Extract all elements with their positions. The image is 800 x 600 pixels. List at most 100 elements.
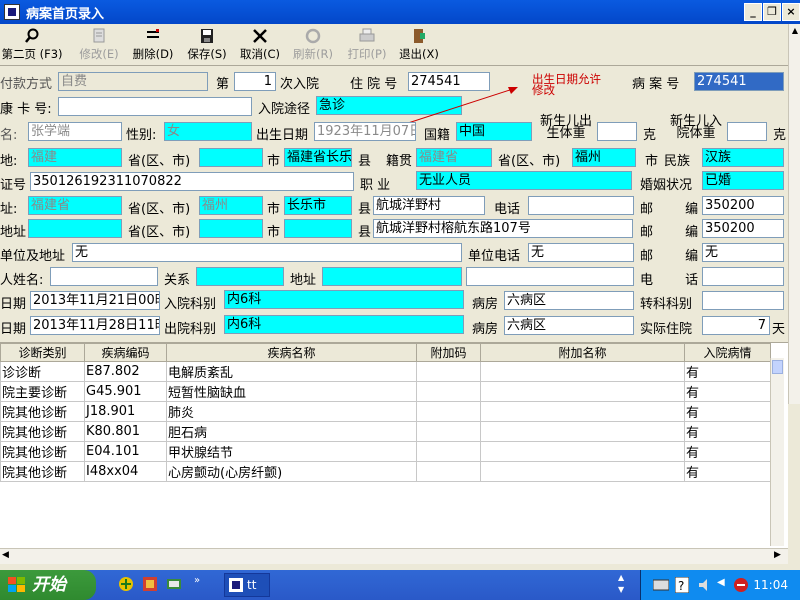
cancel-button[interactable]: 取消(C) (236, 26, 284, 64)
close-button[interactable]: × (782, 3, 800, 21)
col-header-addcode[interactable]: 附加码 (416, 343, 481, 362)
name-field[interactable]: 张学端 (28, 122, 122, 141)
refresh-button[interactable]: 刷新(R) (288, 26, 338, 64)
window-scrollbar[interactable]: ▲ (788, 24, 800, 404)
table-row[interactable]: 院其他诊断 K80.801 胆石病 有 (0, 421, 771, 442)
cell-addcode[interactable] (416, 381, 481, 402)
quicklaunch-more[interactable]: » (194, 575, 200, 586)
cell-code[interactable]: K80.801 (84, 421, 167, 442)
cell-category[interactable]: 诊诊断 (0, 361, 85, 382)
transfer-field[interactable] (702, 291, 784, 310)
delete-button[interactable]: 删除(D) (128, 26, 178, 64)
scroll-left-arrow[interactable]: ◀ (2, 550, 9, 560)
edit-button[interactable]: 修改(E) (74, 26, 124, 64)
quicklaunch-app-icon[interactable] (142, 576, 158, 592)
grid-scrollbar[interactable] (770, 358, 784, 546)
cell-condition[interactable]: 有 (684, 401, 771, 422)
contact-addr-extra-field[interactable] (466, 267, 634, 286)
stay-field[interactable]: 7 (702, 316, 770, 335)
native-prov-field[interactable]: 福建省 (416, 148, 492, 167)
home-prov-field[interactable]: 福建 (28, 148, 122, 167)
home-county-field[interactable]: 福建省长乐 (284, 148, 352, 167)
ethnic-field[interactable]: 汉族 (702, 148, 784, 167)
quicklaunch-desktop-icon[interactable] (166, 576, 182, 592)
quicklaunch-add-icon[interactable] (118, 576, 134, 592)
id-field[interactable]: 350126192311070822 (30, 172, 354, 191)
reg-city-field[interactable] (199, 219, 263, 238)
current-prov-field[interactable]: 福建省 (28, 196, 122, 215)
cell-condition[interactable]: 有 (684, 461, 771, 482)
marital-field[interactable]: 已婚 (702, 171, 784, 190)
contact-addr-field[interactable] (322, 267, 462, 286)
keyboard-icon[interactable] (653, 578, 669, 592)
record-no-field[interactable]: 274541 (694, 72, 784, 91)
birth-field[interactable]: 1923年11月07日 (314, 122, 416, 141)
cell-condition[interactable]: 有 (684, 361, 771, 382)
admit-count-field[interactable]: 1 (234, 72, 276, 91)
reg-county-field[interactable] (284, 219, 352, 238)
taskbar-app-button[interactable]: tt (224, 573, 270, 597)
cell-addcode[interactable] (416, 461, 481, 482)
grid-scroll-thumb[interactable] (772, 360, 783, 374)
cell-name[interactable]: 肺炎 (166, 401, 417, 422)
cell-addcode[interactable] (416, 421, 481, 442)
sex-field[interactable]: 女 (164, 122, 252, 141)
health-card-field[interactable] (58, 97, 252, 116)
scroll-up-arrow[interactable]: ▲ (789, 24, 800, 38)
col-header-code[interactable]: 疾病编码 (84, 343, 167, 362)
disc-date-field[interactable]: 2013年11月28日11时 (30, 316, 160, 335)
cell-addname[interactable] (480, 401, 685, 422)
baby-admit-weight-field[interactable] (727, 122, 767, 141)
cell-category[interactable]: 院其他诊断 (0, 421, 85, 442)
cell-code[interactable]: I48xx04 (84, 461, 167, 482)
nation-field[interactable]: 中国 (456, 122, 532, 141)
table-row[interactable]: 院其他诊断 E04.101 甲状腺结节 有 (0, 441, 771, 462)
tray-expand-arrow[interactable]: ◀ (717, 577, 725, 588)
admit-dept-field[interactable]: 内6科 (224, 290, 464, 309)
col-header-name[interactable]: 疾病名称 (166, 343, 417, 362)
exit-button[interactable]: 退出(X) (396, 26, 442, 64)
pay-select[interactable]: 自费 (58, 72, 208, 91)
scroll-right-arrow[interactable]: ▶ (774, 550, 781, 560)
cell-category[interactable]: 院其他诊断 (0, 441, 85, 462)
col-header-addname[interactable]: 附加名称 (480, 343, 685, 362)
cell-addname[interactable] (480, 441, 685, 462)
cell-name[interactable]: 短暂性脑缺血 (166, 381, 417, 402)
cell-code[interactable]: E87.802 (84, 361, 167, 382)
current-detail-field[interactable]: 航城洋野村 (373, 196, 485, 215)
cell-name[interactable]: 心房颤动(心房纤颤) (166, 461, 417, 482)
work-phone-field[interactable]: 无 (528, 243, 634, 262)
cell-addcode[interactable] (416, 361, 481, 382)
cell-name[interactable]: 胆石病 (166, 421, 417, 442)
save-button[interactable]: 保存(S) (182, 26, 232, 64)
reg-zip-field[interactable]: 350200 (702, 219, 784, 238)
start-button[interactable]: 开始 (0, 570, 96, 600)
zip-field[interactable]: 350200 (702, 196, 784, 215)
cell-addname[interactable] (480, 421, 685, 442)
col-header-category[interactable]: 诊断类别 (0, 343, 85, 362)
cell-addcode[interactable] (416, 401, 481, 422)
relation-field[interactable] (196, 267, 284, 286)
work-zip-field[interactable]: 无 (702, 243, 784, 262)
disc-dept-field[interactable]: 内6科 (224, 315, 464, 334)
restore-button[interactable]: ❐ (763, 3, 781, 21)
home-city-field[interactable] (199, 148, 263, 167)
disc-ward-field[interactable]: 六病区 (504, 316, 634, 335)
volume-icon[interactable] (697, 577, 713, 593)
cell-addname[interactable] (480, 361, 685, 382)
cell-name[interactable]: 甲状腺结节 (166, 441, 417, 462)
cell-code[interactable]: J18.901 (84, 401, 167, 422)
cell-addname[interactable] (480, 461, 685, 482)
current-city-field[interactable]: 福州 (199, 196, 263, 215)
print-button[interactable]: 打印(P) (342, 26, 392, 64)
native-city-field[interactable]: 福州 (572, 148, 636, 167)
contact-phone-field[interactable] (702, 267, 784, 286)
table-row[interactable]: 院主要诊断 G45.901 短暂性脑缺血 有 (0, 381, 771, 402)
reg-detail-field[interactable]: 航城洋野村榕航东路107号 (373, 219, 633, 238)
job-field[interactable]: 无业人员 (416, 171, 632, 190)
cell-code[interactable]: G45.901 (84, 381, 167, 402)
next-page-button[interactable]: 第二页 (F3) (0, 26, 64, 64)
help-icon[interactable]: ? (675, 577, 689, 593)
table-row[interactable]: 院其他诊断 J18.901 肺炎 有 (0, 401, 771, 422)
cell-name[interactable]: 电解质紊乱 (166, 361, 417, 382)
